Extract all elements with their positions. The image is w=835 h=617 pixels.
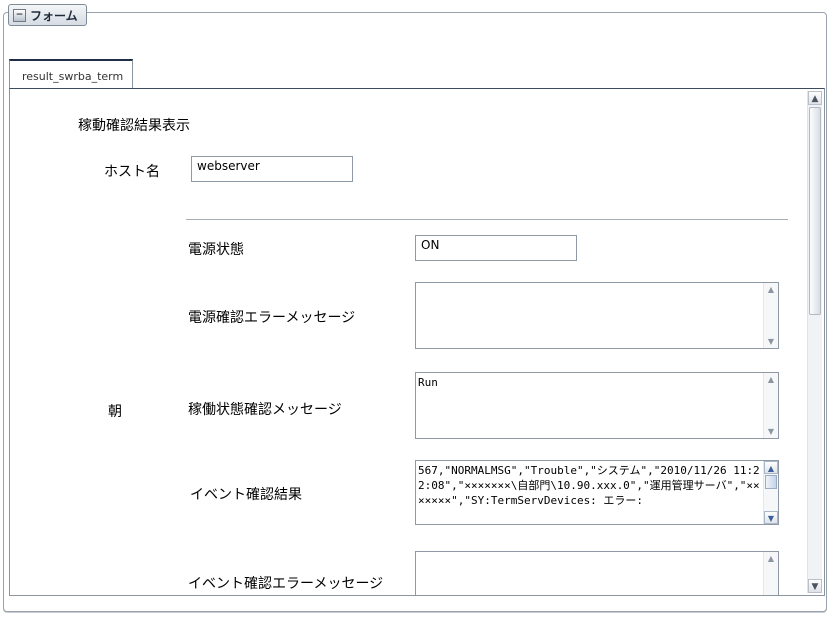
scroll-up-icon[interactable]: ▲ <box>764 373 778 386</box>
form-title-label: フォーム <box>30 8 78 23</box>
tab-label: result_swrba_term <box>22 70 124 83</box>
section-title: 稼動確認結果表示 <box>78 118 190 134</box>
scroll-up-icon[interactable]: ▲ <box>764 283 778 296</box>
morning-group-label: 朝 <box>108 404 122 420</box>
scroll-thumb[interactable] <box>809 107 821 315</box>
scroll-thumb[interactable] <box>765 475 777 489</box>
scroll-down-icon[interactable]: ▼ <box>764 425 778 438</box>
operation-status-text: Run <box>418 376 438 389</box>
event-error-scrollbar[interactable]: ▲ <box>763 552 778 595</box>
scroll-down-icon[interactable]: ▼ <box>808 579 822 593</box>
operation-status-scrollbar[interactable]: ▲ ▼ <box>763 373 778 438</box>
power-status-input[interactable]: ON <box>415 235 577 261</box>
operation-status-label: 稼働状態確認メッセージ <box>188 402 342 418</box>
scroll-up-icon[interactable]: ▲ <box>808 91 822 105</box>
scroll-down-icon[interactable]: ▼ <box>764 511 778 524</box>
event-error-textarea[interactable]: ▲ <box>415 551 779 595</box>
scroll-up-icon[interactable]: ▲ <box>764 461 778 474</box>
tab-panel: 稼動確認結果表示 ホスト名 webserver 電源状態 ON 電源確認エラーメ… <box>9 88 825 596</box>
power-error-label: 電源確認エラーメッセージ <box>188 310 356 326</box>
host-label: ホスト名 <box>104 164 160 180</box>
operation-status-textarea[interactable]: Run ▲ ▼ <box>415 372 779 439</box>
power-error-scrollbar[interactable]: ▲ ▼ <box>763 283 778 348</box>
event-result-textarea[interactable]: 567,"NORMALMSG","Trouble","システム","2010/1… <box>415 460 779 525</box>
scroll-up-icon[interactable]: ▲ <box>764 552 778 565</box>
scroll-down-icon[interactable]: ▼ <box>764 335 778 348</box>
power-error-text <box>416 283 762 348</box>
event-error-text <box>416 552 762 595</box>
power-error-textarea[interactable]: ▲ ▼ <box>415 282 779 349</box>
event-result-text: 567,"NORMALMSG","Trouble","システム","2010/1… <box>418 464 760 507</box>
event-result-label: イベント確認結果 <box>190 487 302 503</box>
collapse-icon[interactable]: − <box>13 8 26 22</box>
panel-scrollbar[interactable]: ▲ ▼ <box>807 91 822 593</box>
form-title-button[interactable]: − フォーム <box>8 4 87 26</box>
event-result-scrollbar[interactable]: ▲ ▼ <box>763 461 778 524</box>
event-error-label: イベント確認エラーメッセージ <box>188 576 384 592</box>
tab-result-swrba-term[interactable]: result_swrba_term <box>9 59 133 89</box>
power-status-label: 電源状態 <box>188 242 244 258</box>
host-input[interactable]: webserver <box>191 156 353 182</box>
section-divider <box>186 219 788 220</box>
